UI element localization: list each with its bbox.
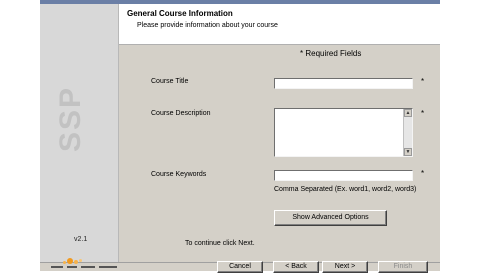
header-panel: General Course Information Please provid… — [119, 4, 440, 45]
logo-wordmark-graphic — [51, 266, 117, 268]
page-title: General Course Information — [127, 9, 233, 18]
sidebar-panel: SSP v2.1 — [40, 4, 119, 262]
required-fields-note: * Required Fields — [300, 49, 362, 58]
course-keywords-label: Course Keywords — [151, 171, 207, 178]
back-button[interactable]: < Back — [273, 261, 319, 273]
description-scrollbar[interactable]: ▲ ▼ — [403, 109, 412, 156]
scroll-down-arrow-icon[interactable]: ▼ — [404, 148, 412, 156]
logo-dot — [63, 261, 66, 264]
course-keywords-input[interactable] — [274, 170, 413, 181]
version-label: v2.1 — [74, 236, 88, 243]
course-description-label: Course Description — [151, 110, 211, 117]
show-advanced-options-button[interactable]: Show Advanced Options — [274, 210, 387, 226]
form-content: * Required Fields Course Title * Course … — [119, 45, 440, 262]
course-title-required-mark: * — [421, 77, 425, 86]
vendor-logo — [47, 258, 127, 270]
logo-dot — [79, 259, 82, 262]
course-description-required-mark: * — [421, 109, 425, 118]
course-keywords-required-mark: * — [421, 169, 425, 178]
course-title-input[interactable] — [274, 78, 413, 89]
logo-wordmark — [51, 265, 125, 270]
course-title-label: Course Title — [151, 78, 189, 85]
wizard-window: SSP v2.1 General Course Information Plea… — [40, 0, 440, 271]
continue-instruction: To continue click Next. — [185, 240, 255, 247]
course-description-textarea[interactable]: ▲ ▼ — [274, 108, 413, 157]
finish-button[interactable]: Finish — [378, 261, 428, 273]
cancel-button[interactable]: Cancel — [217, 261, 263, 273]
keywords-hint: Comma Separated (Ex. word1, word2, word3… — [274, 186, 417, 193]
ssp-logo: SSP — [54, 86, 87, 153]
page-subtitle: Please provide information about your co… — [137, 22, 278, 29]
next-button[interactable]: Next > — [322, 261, 368, 273]
scroll-up-arrow-icon[interactable]: ▲ — [404, 109, 412, 117]
logo-dot — [74, 260, 78, 264]
logo-dot — [67, 258, 73, 264]
